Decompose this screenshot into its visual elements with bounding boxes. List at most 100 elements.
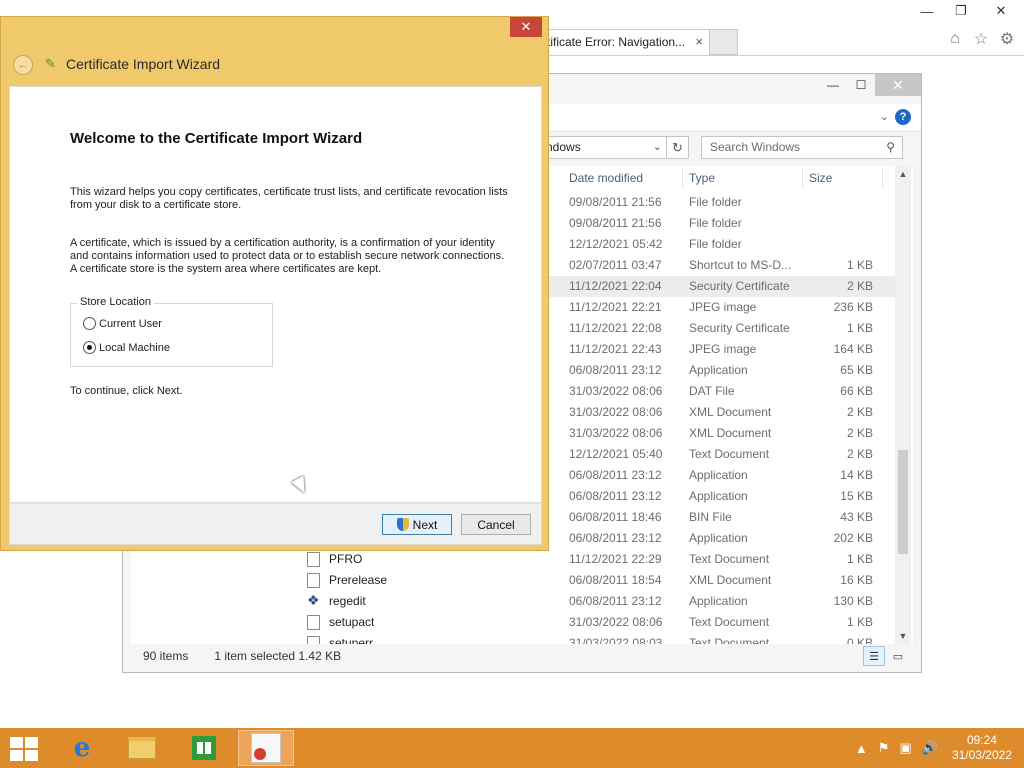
local-machine-radio[interactable]: Local Machine (83, 341, 170, 354)
large-icons-view-icon[interactable]: ▭ (887, 646, 909, 666)
file-name: regedit (329, 594, 366, 608)
column-divider[interactable] (682, 168, 683, 188)
details-view-icon[interactable]: ☰ (863, 646, 885, 666)
file-type: DAT File (689, 384, 735, 398)
file-size: 14 KB (840, 468, 873, 482)
scrollbar-thumb[interactable] (898, 450, 908, 554)
file-type: BIN File (689, 510, 732, 524)
start-windows-icon[interactable] (10, 737, 38, 761)
status-selection: 1 item selected 1.42 KB (214, 649, 342, 663)
document-icon (307, 573, 320, 588)
wizard-close-button[interactable]: ✕ (510, 17, 542, 37)
cancel-button[interactable]: Cancel (461, 514, 531, 535)
application-icon: ❖ (307, 592, 320, 608)
column-date-modified[interactable]: Date modified (569, 171, 643, 185)
file-date-modified: 11/12/2021 22:04 (569, 279, 662, 293)
file-date-modified: 31/03/2022 08:06 (569, 615, 663, 629)
current-user-radio[interactable]: Current User (83, 317, 162, 330)
address-bar[interactable]: ndows ⌄ (541, 136, 667, 159)
favorites-star-icon[interactable]: ☆ (970, 28, 992, 50)
explorer-close-button[interactable]: ✕ (875, 74, 921, 96)
network-icon[interactable]: ▣ (899, 740, 911, 756)
new-tab-button[interactable] (710, 29, 738, 55)
scroll-up-icon[interactable]: ▲ (895, 166, 911, 182)
file-size: 202 KB (833, 531, 873, 545)
action-center-flag-icon[interactable]: ⚑ (878, 740, 890, 756)
column-type[interactable]: Type (689, 171, 715, 185)
document-icon (307, 552, 320, 567)
file-type: Application (689, 594, 748, 608)
file-name: setupact (329, 615, 375, 629)
wizard-footer: Next Cancel (9, 503, 542, 545)
ribbon-expand-chevron-icon[interactable]: ⌄ (880, 110, 889, 123)
taskbar-internet-explorer-icon[interactable]: e (54, 730, 110, 766)
taskbar: e ▲ ⚑ ▣ 🔊 09:24 31/03/2022 (0, 728, 1024, 768)
settings-gear-icon[interactable]: ⚙ (996, 28, 1018, 50)
file-type: JPEG image (689, 342, 757, 356)
radio-current-user-icon[interactable] (83, 317, 96, 330)
browser-restore-button[interactable]: ❐ (944, 0, 978, 22)
file-type: Text Document (689, 615, 770, 629)
table-row[interactable]: Prerelease 06/08/2011 18:54 XML Document 16… (131, 570, 897, 591)
file-date-modified: 11/12/2021 22:08 (569, 321, 662, 335)
file-date-modified: 11/12/2021 22:29 (569, 552, 662, 566)
file-date-modified: 11/12/2021 22:43 (569, 342, 662, 356)
browser-minimize-button[interactable]: — (910, 0, 944, 22)
column-size[interactable]: Size (809, 171, 832, 185)
browser-toolbar-icons: ⌂ ☆ ⚙ (944, 28, 1018, 50)
search-input[interactable]: Search Windows ⚲ (701, 136, 903, 159)
file-size: 1 KB (846, 321, 873, 335)
file-size: 2 KB (846, 447, 873, 461)
explorer-minimize-button[interactable]: — (819, 74, 847, 96)
file-type: XML Document (689, 426, 772, 440)
clock-date: 31/03/2022 (951, 748, 1012, 762)
file-size: 1 KB (846, 552, 873, 566)
home-icon[interactable]: ⌂ (944, 28, 966, 50)
file-date-modified: 31/03/2022 08:06 (569, 405, 663, 419)
file-size: 2 KB (846, 279, 873, 293)
close-tab-icon[interactable]: × (695, 30, 703, 54)
file-size: 130 KB (833, 594, 873, 608)
back-arrow-icon[interactable]: ← (13, 55, 33, 75)
file-type: XML Document (689, 405, 772, 419)
explorer-maximize-button[interactable]: ☐ (847, 74, 875, 96)
radio-local-machine-icon[interactable] (83, 341, 96, 354)
volume-icon[interactable]: 🔊 (922, 740, 938, 756)
file-date-modified: 09/08/2011 21:56 (569, 195, 662, 209)
file-date-modified: 31/03/2022 08:03 (569, 636, 663, 644)
file-type: Application (689, 489, 748, 503)
store-location-label: Store Location (77, 296, 154, 308)
file-type: Security Certificate (689, 321, 790, 335)
browser-close-button[interactable]: ✕ (978, 0, 1024, 22)
scroll-down-icon[interactable]: ▼ (895, 628, 911, 644)
wizard-title: Certificate Import Wizard (66, 56, 221, 72)
table-row[interactable]: PFRO 11/12/2021 22:29 Text Document 1 KB (131, 549, 897, 570)
search-icon[interactable]: ⚲ (886, 137, 895, 158)
wizard-certificate-info: A certificate, which is issued by a cert… (70, 237, 505, 275)
address-dropdown-icon[interactable]: ⌄ (653, 137, 662, 158)
file-date-modified: 06/08/2011 18:54 (569, 573, 662, 587)
column-divider[interactable] (882, 168, 883, 188)
show-hidden-icons-icon[interactable]: ▲ (855, 741, 868, 756)
column-divider[interactable] (802, 168, 803, 188)
status-bar: 90 items 1 item selected 1.42 KB (143, 649, 341, 663)
next-button[interactable]: Next (382, 514, 452, 535)
file-date-modified: 09/08/2011 21:56 (569, 216, 662, 230)
wizard-body: Welcome to the Certificate Import Wizard… (9, 86, 542, 503)
file-size: 15 KB (840, 489, 873, 503)
taskbar-store-icon[interactable] (176, 730, 232, 766)
vertical-scrollbar[interactable]: ▲ ▼ (895, 166, 911, 644)
file-size: 1 KB (846, 615, 873, 629)
taskbar-certificate-wizard-icon[interactable] (238, 730, 294, 766)
file-name: Prerelease (329, 573, 388, 587)
file-date-modified: 06/08/2011 23:12 (569, 489, 662, 503)
table-row[interactable]: ❖ regedit 06/08/2011 23:12 Application 130 K… (131, 591, 897, 612)
clock[interactable]: 09:24 31/03/2022 (952, 733, 1012, 763)
help-icon[interactable]: ? (895, 109, 911, 125)
file-type: JPEG image (689, 300, 757, 314)
table-row[interactable]: setuperr 31/03/2022 08:03 Text Document 0 K… (131, 633, 897, 644)
taskbar-file-explorer-icon[interactable] (114, 730, 170, 766)
browser-tab[interactable]: rtificate Error: Navigation... × (538, 29, 710, 55)
refresh-icon[interactable]: ↻ (667, 136, 689, 159)
table-row[interactable]: setupact 31/03/2022 08:06 Text Document 1 K… (131, 612, 897, 633)
